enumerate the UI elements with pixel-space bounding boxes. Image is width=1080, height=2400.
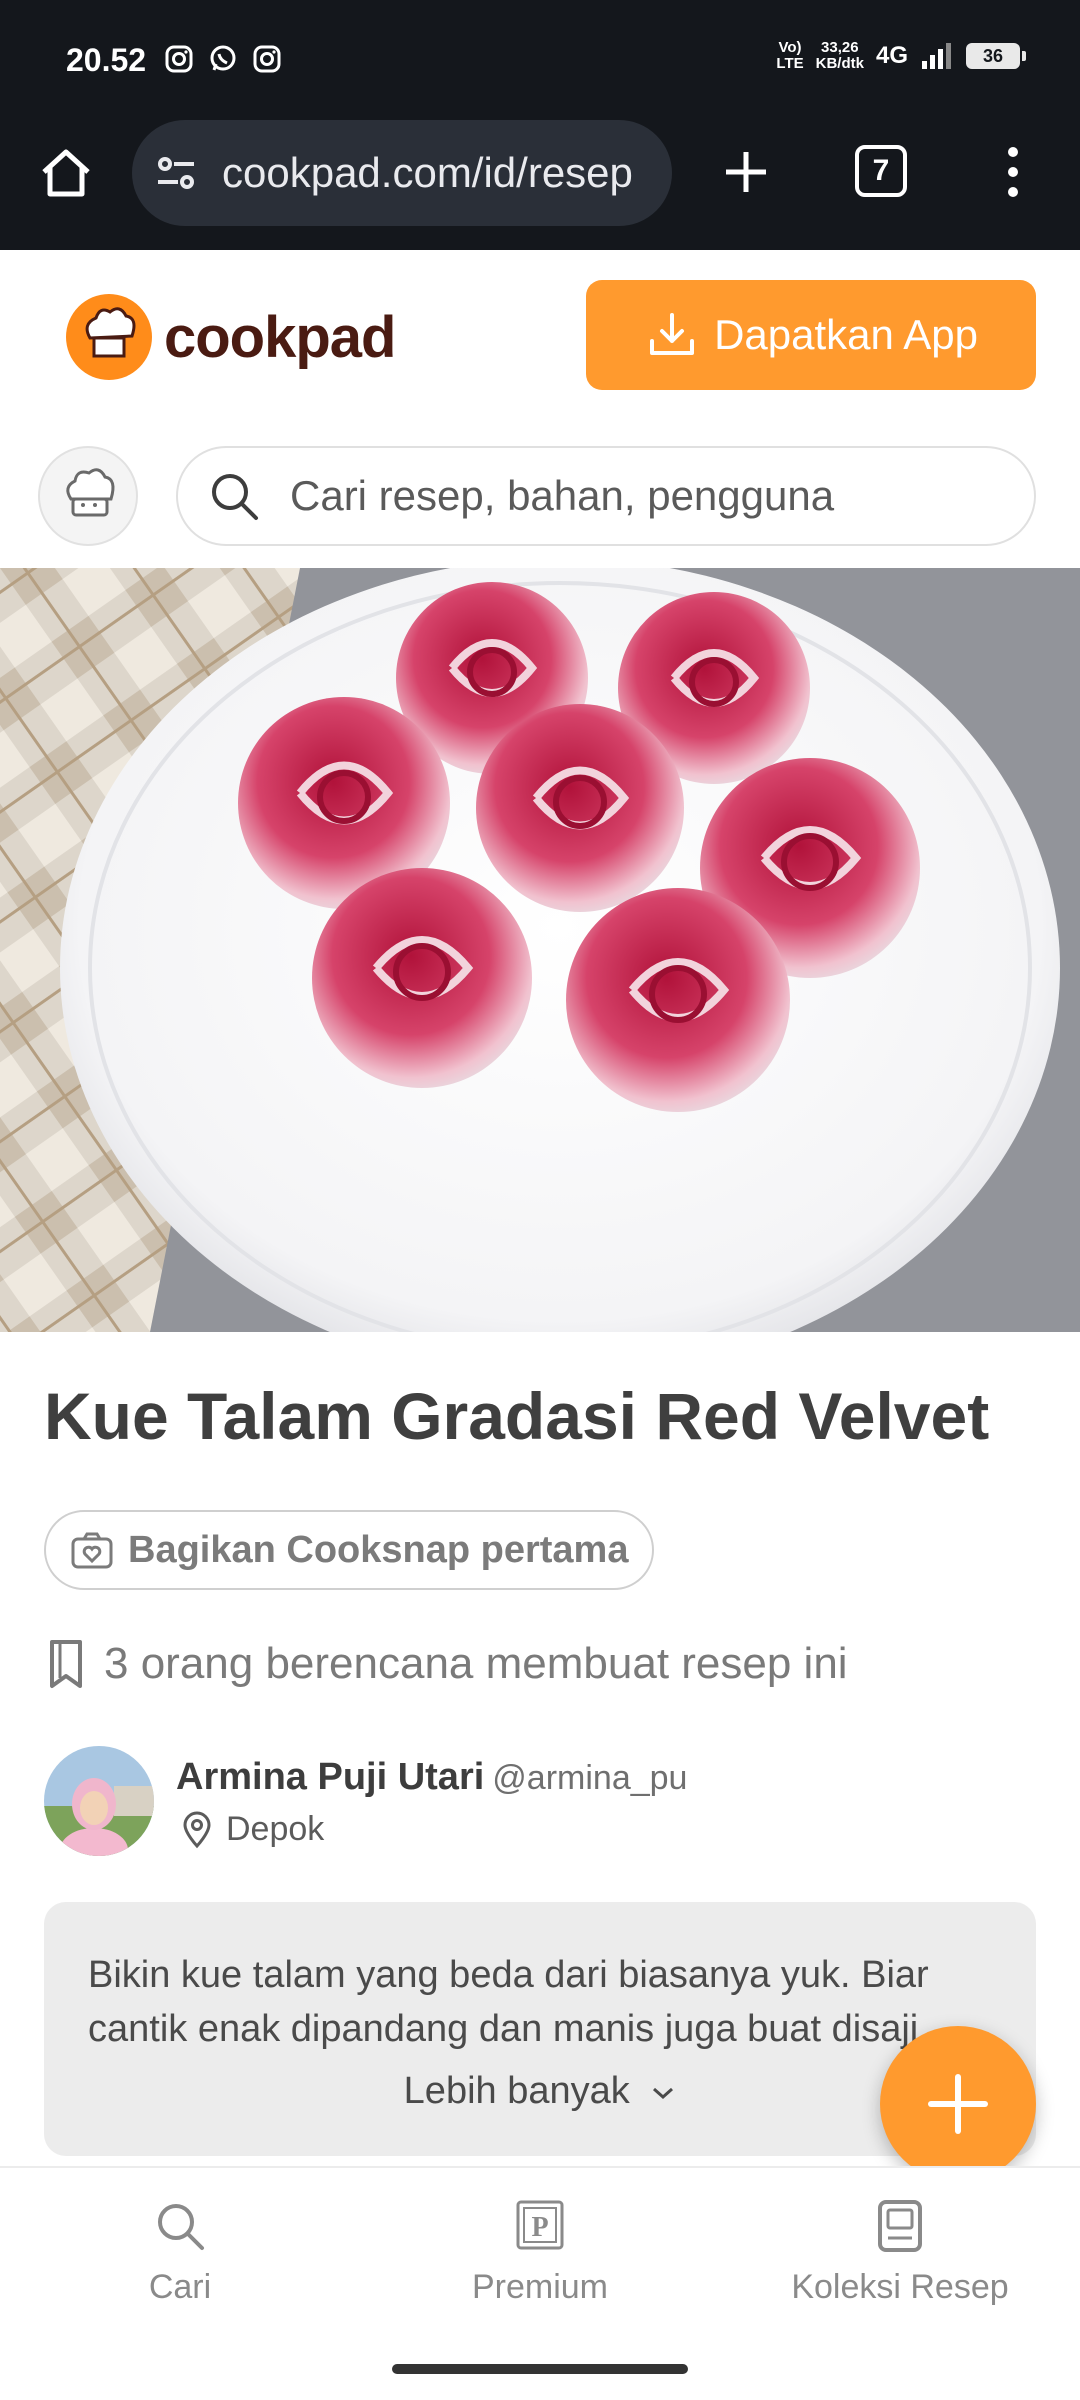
bookmark-icon [50, 1640, 82, 1688]
search-placeholder: Cari resep, bahan, pengguna [290, 472, 835, 519]
search-input[interactable]: Cari resep, bahan, pengguna [176, 446, 1036, 546]
status-right: Vo) LTE 33,26 KB/dtk 4G 36 [776, 39, 1026, 72]
author-info[interactable]: Armina Puji Utari @armina_pu Depok [44, 1746, 1044, 1856]
instagram-icon [165, 45, 193, 73]
instagram-icon [253, 45, 281, 73]
network-type: 4G [875, 42, 908, 69]
nav-label: Cari [148, 2268, 212, 2306]
notification-icons [164, 44, 282, 74]
author-avatar[interactable] [44, 1746, 154, 1856]
user-avatar[interactable] [38, 446, 138, 546]
url-bar[interactable]: cookpad.com/id/resep [132, 120, 672, 226]
share-cooksnap-button[interactable]: Bagikan Cooksnap pertama [44, 1510, 655, 1590]
volte-indicator: Vo) LTE [776, 39, 804, 72]
nav-item-premium[interactable]: P Premium [390, 2198, 690, 2307]
premium-icon: P [516, 2200, 564, 2250]
plus-icon [928, 2074, 988, 2134]
author-name-line: Armina Puji Utari @armina_pu [176, 1756, 687, 1799]
author-handle: @armina_pu [492, 1759, 688, 1797]
download-icon [650, 313, 695, 355]
author-name[interactable]: Armina Puji Utari [176, 1756, 484, 1798]
location-pin-icon [183, 1811, 211, 1848]
tab-switcher-button[interactable]: 7 [855, 145, 907, 197]
chef-hat-icon [66, 468, 115, 517]
home-icon[interactable] [36, 142, 96, 202]
recipe-description: Bikin kue talam yang beda dari biasanya … [88, 1954, 929, 2050]
share-cooksnap-label: Bagikan Cooksnap pertama [128, 1528, 629, 1571]
show-more-label: Lebih banyak [403, 2070, 630, 2112]
status-bar: 20.52 Vo) LTE 33,26 KB/dtk 4G 36 [0, 0, 1080, 120]
search-icon [158, 2204, 204, 2250]
status-time: 20.52 [66, 42, 147, 78]
author-location: Depok [182, 1810, 324, 1849]
recipe-photo-illustration [0, 568, 1080, 1332]
author-location-text: Depok [226, 1810, 325, 1848]
get-app-button[interactable]: Dapatkan App [586, 280, 1036, 390]
nav-label: Premium [471, 2268, 609, 2306]
collection-icon [878, 2200, 922, 2252]
whatsapp-icon [210, 45, 236, 71]
search-icon [212, 474, 258, 520]
url-text: cookpad.com/id/resep [222, 149, 633, 196]
cookpad-logo[interactable]: cookpad [66, 294, 396, 380]
chevron-down-icon [653, 2087, 674, 2099]
svg-text:P: P [531, 2212, 548, 2243]
browser-toolbar: cookpad.com/id/resep 7 [0, 120, 1080, 250]
nav-item-collection[interactable]: Koleksi Resep [750, 2198, 1050, 2307]
author-avatar-image [44, 1746, 154, 1856]
battery-indicator: 36 [966, 43, 1026, 69]
nav-label: Koleksi Resep [791, 2268, 1009, 2306]
home-indicator[interactable] [392, 2364, 688, 2374]
site-settings-icon[interactable] [152, 149, 200, 197]
add-recipe-button[interactable] [880, 2026, 1036, 2182]
new-tab-icon[interactable] [716, 142, 776, 202]
camera-heart-icon [71, 1532, 113, 1569]
plans-text: 3 orang berencana membuat resep ini [104, 1639, 848, 1688]
logo-text: cookpad [164, 304, 396, 370]
chef-hat-logo-icon [66, 294, 152, 380]
recipe-photo[interactable] [0, 568, 1080, 1332]
nav-item-search[interactable]: Cari [30, 2198, 330, 2307]
recipe-title: Kue Talam Gradasi Red Velvet [44, 1379, 990, 1453]
more-options-icon[interactable] [998, 142, 1028, 202]
plans-count: 3 orang berencana membuat resep ini [46, 1638, 848, 1690]
signal-icon [922, 43, 951, 69]
get-app-label: Dapatkan App [714, 311, 978, 358]
network-speed: 33,26 KB/dtk [815, 39, 864, 72]
site-header: cookpad Dapatkan App Cari resep, bahan, … [0, 250, 1080, 570]
